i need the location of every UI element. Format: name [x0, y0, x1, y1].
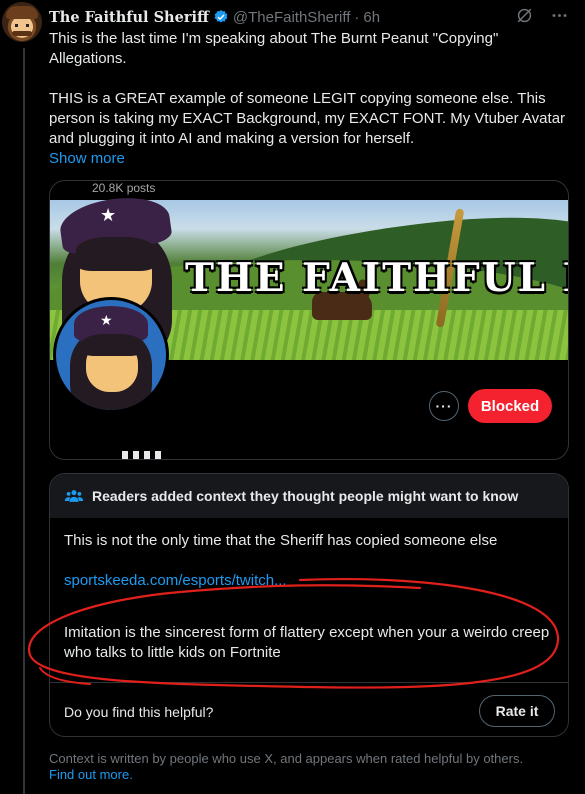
grok-icon[interactable] [515, 6, 534, 25]
handle[interactable]: @TheFaithSheriff [233, 9, 351, 26]
display-name[interactable]: The Faithful Sheriff [49, 9, 209, 26]
tweet-header: The Faithful Sheriff @TheFaithSheriff · … [49, 8, 380, 26]
banner-title: THE FAITHFUL EMI [185, 255, 568, 301]
cropped-profile-name [122, 451, 182, 459]
note-source-link[interactable]: sportskeeda.com/esports/twitch... [64, 571, 554, 591]
find-out-more-link[interactable]: Find out more. [49, 767, 133, 782]
attached-image[interactable]: 20.8K posts THE FAITHFUL EMI ★ ★ ··· Blo… [49, 180, 569, 460]
author-avatar[interactable] [2, 2, 42, 42]
context-footer-text: Context is written by people who use X, … [49, 751, 524, 766]
tweet-text-paragraph-2: THIS is a GREAT example of someone LEGIT… [49, 90, 566, 147]
show-more-link[interactable]: Show more [49, 149, 569, 169]
verified-badge-icon [214, 10, 228, 23]
profile-more-button[interactable]: ··· [429, 391, 459, 421]
context-footer: Context is written by people who use X, … [49, 751, 569, 783]
separator-dot: · [354, 8, 360, 26]
note-line-3: Imitation is the sincerest form of flatt… [64, 624, 550, 661]
more-options-icon[interactable] [550, 6, 569, 25]
note-line-1: This is not the only time that the Sheri… [64, 532, 498, 549]
timestamp[interactable]: 6h [363, 9, 380, 26]
rate-it-button[interactable]: Rate it [479, 695, 555, 727]
note-divider [50, 682, 568, 683]
tweet-text: This is the last time I'm speaking about… [49, 29, 569, 169]
community-note-title: Readers added context they thought peopl… [92, 488, 519, 504]
profile-avatar-image: ★ [53, 297, 169, 413]
helpful-question: Do you find this helpful? [64, 704, 214, 720]
community-note-body: This is not the only time that the Sheri… [50, 518, 568, 663]
community-people-icon [64, 490, 84, 502]
blocked-button[interactable]: Blocked [468, 389, 552, 423]
header-actions [515, 6, 569, 25]
thread-line [23, 48, 25, 794]
community-note: Readers added context they thought peopl… [49, 473, 569, 737]
posts-count: 20.8K posts [92, 181, 156, 195]
community-note-header: Readers added context they thought peopl… [50, 474, 568, 518]
tweet-text-paragraph-1: This is the last time I'm speaking about… [49, 30, 499, 67]
